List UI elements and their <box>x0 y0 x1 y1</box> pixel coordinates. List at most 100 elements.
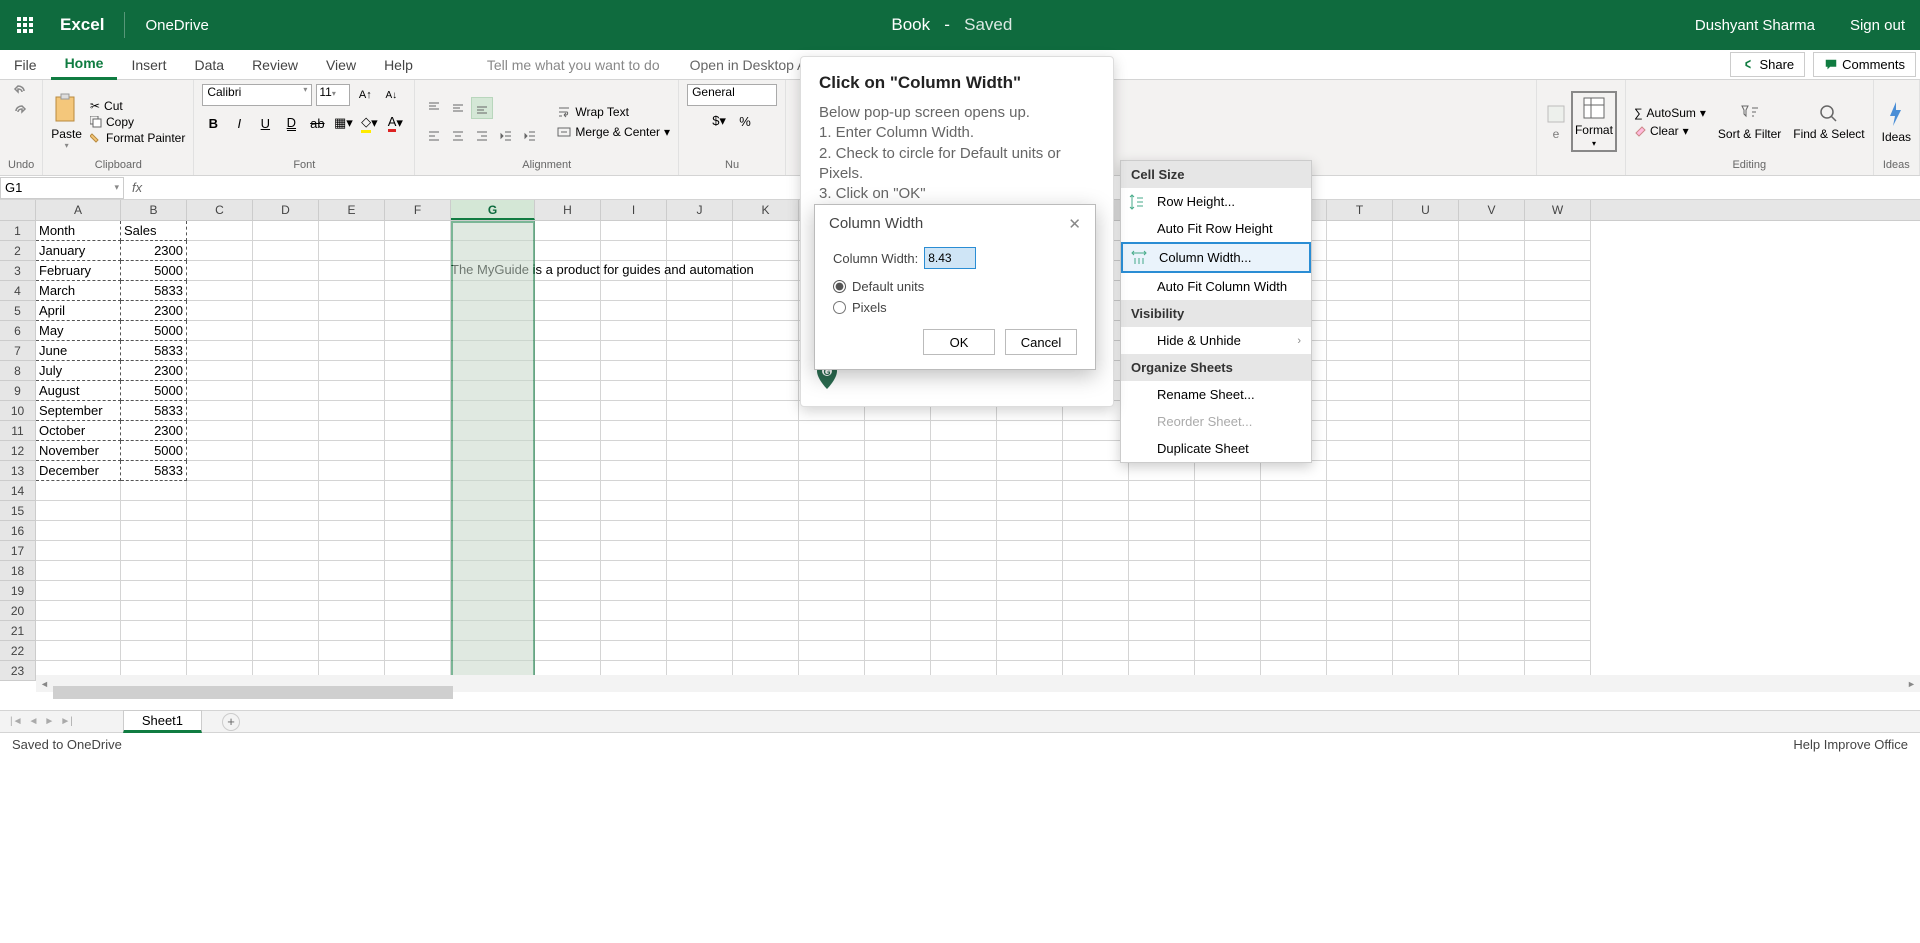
cell-D12[interactable] <box>253 441 319 461</box>
cell-K6[interactable] <box>733 321 799 341</box>
cell-V11[interactable] <box>1459 421 1525 441</box>
cell-T10[interactable] <box>1327 401 1393 421</box>
row-header-8[interactable]: 8 <box>0 361 36 381</box>
cell-D19[interactable] <box>253 581 319 601</box>
cell-P19[interactable] <box>1063 581 1129 601</box>
cell-C14[interactable] <box>187 481 253 501</box>
cell-V22[interactable] <box>1459 641 1525 661</box>
cell-L12[interactable] <box>799 441 865 461</box>
cell-E19[interactable] <box>319 581 385 601</box>
cell-W15[interactable] <box>1525 501 1591 521</box>
cell-T6[interactable] <box>1327 321 1393 341</box>
cell-G16[interactable] <box>451 521 535 541</box>
cell-W8[interactable] <box>1525 361 1591 381</box>
cell-A17[interactable] <box>36 541 121 561</box>
cell-J19[interactable] <box>667 581 733 601</box>
indent-increase-button[interactable] <box>519 125 541 147</box>
align-center-button[interactable] <box>447 125 469 147</box>
cell-D13[interactable] <box>253 461 319 481</box>
cell-T8[interactable] <box>1327 361 1393 381</box>
cell-T7[interactable] <box>1327 341 1393 361</box>
cell-R20[interactable] <box>1195 601 1261 621</box>
cell-G1[interactable] <box>451 221 535 241</box>
cell-O22[interactable] <box>997 641 1063 661</box>
cell-J15[interactable] <box>667 501 733 521</box>
cell-R19[interactable] <box>1195 581 1261 601</box>
column-header-T[interactable]: T <box>1327 200 1393 220</box>
cell-N19[interactable] <box>931 581 997 601</box>
cell-V19[interactable] <box>1459 581 1525 601</box>
column-header-F[interactable]: F <box>385 200 451 220</box>
cell-K21[interactable] <box>733 621 799 641</box>
cell-H5[interactable] <box>535 301 601 321</box>
cell-V20[interactable] <box>1459 601 1525 621</box>
cell-C9[interactable] <box>187 381 253 401</box>
tab-data[interactable]: Data <box>180 50 238 80</box>
cell-H11[interactable] <box>535 421 601 441</box>
row-header-15[interactable]: 15 <box>0 501 36 521</box>
decrease-font-icon[interactable]: A↓ <box>380 84 402 106</box>
cell-G5[interactable] <box>451 301 535 321</box>
app-launcher-button[interactable] <box>0 17 50 33</box>
row-header-14[interactable]: 14 <box>0 481 36 501</box>
cell-W12[interactable] <box>1525 441 1591 461</box>
cell-V7[interactable] <box>1459 341 1525 361</box>
cell-T11[interactable] <box>1327 421 1393 441</box>
cell-R14[interactable] <box>1195 481 1261 501</box>
cell-H20[interactable] <box>535 601 601 621</box>
cell-W2[interactable] <box>1525 241 1591 261</box>
sheet-first-icon[interactable]: |◄ <box>10 716 23 727</box>
cell-G19[interactable] <box>451 581 535 601</box>
row-header-13[interactable]: 13 <box>0 461 36 481</box>
cell-K12[interactable] <box>733 441 799 461</box>
cell-M16[interactable] <box>865 521 931 541</box>
format-painter-button[interactable]: Format Painter <box>90 131 185 145</box>
cell-T9[interactable] <box>1327 381 1393 401</box>
cell-L11[interactable] <box>799 421 865 441</box>
tab-view[interactable]: View <box>312 50 370 80</box>
cell-U12[interactable] <box>1393 441 1459 461</box>
cell-C16[interactable] <box>187 521 253 541</box>
cell-T17[interactable] <box>1327 541 1393 561</box>
tell-me-search[interactable]: Tell me what you want to do <box>487 57 660 73</box>
scroll-right-arrow[interactable]: ► <box>1903 675 1920 692</box>
row-header-5[interactable]: 5 <box>0 301 36 321</box>
cell-W11[interactable] <box>1525 421 1591 441</box>
cell-R17[interactable] <box>1195 541 1261 561</box>
cell-K5[interactable] <box>733 301 799 321</box>
cell-E17[interactable] <box>319 541 385 561</box>
cell-T21[interactable] <box>1327 621 1393 641</box>
cell-V9[interactable] <box>1459 381 1525 401</box>
cell-A18[interactable] <box>36 561 121 581</box>
cell-N15[interactable] <box>931 501 997 521</box>
cell-O12[interactable] <box>997 441 1063 461</box>
cell-G8[interactable] <box>451 361 535 381</box>
cell-A14[interactable] <box>36 481 121 501</box>
cell-D4[interactable] <box>253 281 319 301</box>
doc-title[interactable]: Book <box>891 15 930 34</box>
cell-O19[interactable] <box>997 581 1063 601</box>
cell-M11[interactable] <box>865 421 931 441</box>
underline-button[interactable]: U <box>254 112 276 134</box>
cell-O13[interactable] <box>997 461 1063 481</box>
cell-L16[interactable] <box>799 521 865 541</box>
cell-R15[interactable] <box>1195 501 1261 521</box>
cell-J17[interactable] <box>667 541 733 561</box>
cell-F14[interactable] <box>385 481 451 501</box>
cell-W21[interactable] <box>1525 621 1591 641</box>
cell-A8[interactable]: July <box>36 361 121 381</box>
name-box[interactable]: G1 ▾ <box>0 177 124 199</box>
cell-O11[interactable] <box>997 421 1063 441</box>
cell-U7[interactable] <box>1393 341 1459 361</box>
cell-B10[interactable]: 5833 <box>121 401 187 421</box>
signout-link[interactable]: Sign out <box>1835 17 1920 34</box>
cell-V6[interactable] <box>1459 321 1525 341</box>
cell-C3[interactable] <box>187 261 253 281</box>
cell-R22[interactable] <box>1195 641 1261 661</box>
cell-U10[interactable] <box>1393 401 1459 421</box>
cell-V15[interactable] <box>1459 501 1525 521</box>
cell-P14[interactable] <box>1063 481 1129 501</box>
cell-V8[interactable] <box>1459 361 1525 381</box>
row-header-7[interactable]: 7 <box>0 341 36 361</box>
cell-E1[interactable] <box>319 221 385 241</box>
